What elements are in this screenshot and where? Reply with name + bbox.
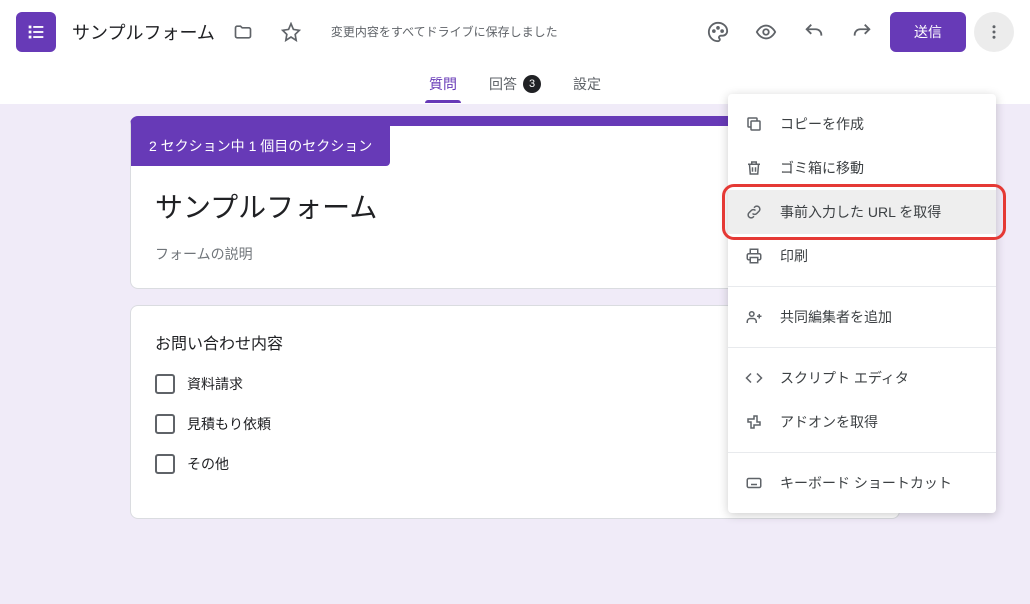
- folder-icon[interactable]: [223, 12, 263, 52]
- header: サンプルフォーム 変更内容をすべてドライブに保存しました 送信: [0, 0, 1030, 64]
- menu-item-print[interactable]: 印刷: [728, 234, 996, 278]
- checkbox-icon: [155, 374, 175, 394]
- responses-count-badge: 3: [523, 75, 541, 93]
- menu-item-collaborators[interactable]: 共同編集者を追加: [728, 295, 996, 339]
- menu-label: 事前入力した URL を取得: [780, 202, 941, 222]
- section-banner: 2 セクション中 1 個目のセクション: [131, 126, 390, 166]
- checkbox-label: その他: [187, 454, 229, 474]
- checkbox-label: 見積もり依頼: [187, 414, 271, 434]
- code-icon: [744, 368, 764, 388]
- menu-item-script-editor[interactable]: スクリプト エディタ: [728, 356, 996, 400]
- menu-item-copy[interactable]: コピーを作成: [728, 102, 996, 146]
- menu-item-trash[interactable]: ゴミ箱に移動: [728, 146, 996, 190]
- menu-label: コピーを作成: [780, 114, 864, 134]
- forms-logo-icon[interactable]: [16, 12, 56, 52]
- link-icon: [744, 202, 764, 222]
- form-title[interactable]: サンプルフォーム: [72, 19, 215, 45]
- copy-icon: [744, 114, 764, 134]
- more-options-button[interactable]: [974, 12, 1014, 52]
- checkbox-icon: [155, 454, 175, 474]
- send-button[interactable]: 送信: [890, 12, 966, 52]
- checkbox-label: 資料請求: [187, 374, 243, 394]
- keyboard-icon: [744, 473, 764, 493]
- menu-label: アドオンを取得: [780, 412, 878, 432]
- menu-divider: [728, 347, 996, 348]
- more-options-menu: コピーを作成 ゴミ箱に移動 事前入力した URL を取得 印刷 共同編集者を追加…: [728, 94, 996, 513]
- preview-icon[interactable]: [746, 12, 786, 52]
- menu-label: 印刷: [780, 246, 808, 266]
- tab-responses[interactable]: 回答 3: [485, 64, 545, 103]
- tab-settings[interactable]: 設定: [569, 64, 605, 103]
- menu-label: ゴミ箱に移動: [780, 158, 864, 178]
- menu-divider: [728, 286, 996, 287]
- print-icon: [744, 246, 764, 266]
- trash-icon: [744, 158, 764, 178]
- tab-responses-label: 回答: [489, 74, 517, 94]
- group-add-icon: [744, 307, 764, 327]
- undo-icon[interactable]: [794, 12, 834, 52]
- menu-label: キーボード ショートカット: [780, 473, 952, 493]
- tab-questions[interactable]: 質問: [425, 64, 461, 103]
- redo-icon[interactable]: [842, 12, 882, 52]
- checkbox-icon: [155, 414, 175, 434]
- palette-icon[interactable]: [698, 12, 738, 52]
- menu-item-addons[interactable]: アドオンを取得: [728, 400, 996, 444]
- menu-label: 共同編集者を追加: [780, 307, 892, 327]
- save-status: 変更内容をすべてドライブに保存しました: [331, 23, 558, 41]
- menu-item-keyboard-shortcuts[interactable]: キーボード ショートカット: [728, 461, 996, 505]
- addon-icon: [744, 412, 764, 432]
- star-icon[interactable]: [271, 12, 311, 52]
- menu-item-prefilled-url[interactable]: 事前入力した URL を取得: [728, 190, 996, 234]
- menu-divider: [728, 452, 996, 453]
- menu-label: スクリプト エディタ: [780, 368, 909, 388]
